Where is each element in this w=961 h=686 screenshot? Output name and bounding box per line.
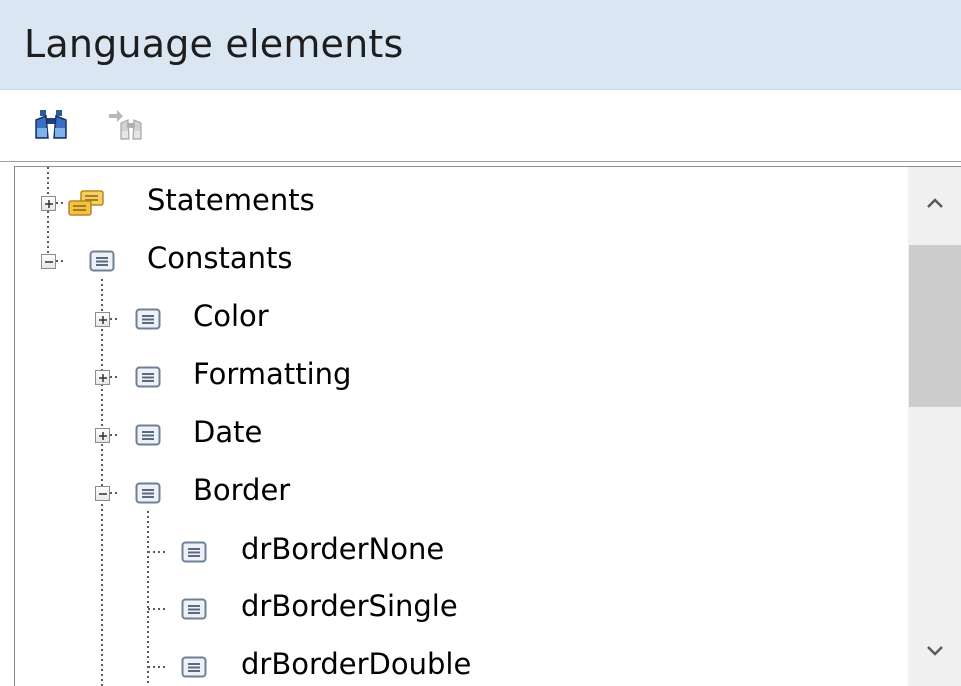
list-icon (181, 598, 207, 620)
list-icon (181, 541, 207, 563)
vertical-scrollbar[interactable] (908, 167, 961, 686)
scroll-up-button[interactable] (908, 167, 961, 239)
tree-node-drbordersingle[interactable]: drBorderSingle (241, 589, 458, 623)
list-icon (135, 482, 161, 504)
chevron-down-icon (927, 646, 943, 656)
plus-icon (45, 200, 53, 208)
scroll-down-button[interactable] (908, 615, 961, 686)
panel-title-bar: Language elements (0, 0, 961, 90)
expand-toggle-statements[interactable] (41, 196, 56, 211)
plus-icon (99, 374, 107, 382)
collapse-toggle-constants[interactable] (41, 254, 56, 269)
expand-toggle-color[interactable] (95, 312, 110, 327)
find-button[interactable] (28, 104, 74, 146)
list-icon (89, 250, 115, 272)
minus-icon (99, 493, 107, 495)
tree-view[interactable]: Statements Constants Color Formatting Da… (14, 166, 961, 686)
expand-toggle-formatting[interactable] (95, 370, 110, 385)
tree-node-drbordernone[interactable]: drBorderNone (241, 532, 444, 566)
tree-node-formatting[interactable]: Formatting (193, 357, 351, 391)
tree-node-date[interactable]: Date (193, 415, 262, 449)
plus-icon (99, 432, 107, 440)
tree-node-color[interactable]: Color (193, 299, 269, 333)
list-icon (135, 308, 161, 330)
plus-icon (99, 316, 107, 324)
tree-node-border[interactable]: Border (193, 473, 290, 507)
list-icon (135, 366, 161, 388)
list-icon (135, 424, 161, 446)
collapse-toggle-border[interactable] (95, 486, 110, 501)
scroll-thumb[interactable] (909, 245, 961, 407)
tree-node-drborderdouble[interactable]: drBorderDouble (241, 647, 471, 681)
tree-node-statements[interactable]: Statements (147, 183, 315, 217)
binoculars-icon (35, 110, 67, 139)
binoculars-arrow-icon (109, 110, 142, 140)
find-next-button[interactable] (102, 104, 148, 146)
list-icon (181, 656, 207, 678)
panel-title: Language elements (24, 22, 404, 66)
expand-toggle-date[interactable] (95, 428, 110, 443)
toolbar (0, 90, 961, 162)
folder-group-icon (68, 190, 104, 216)
chevron-up-icon (927, 198, 943, 208)
minus-icon (45, 261, 53, 263)
tree-node-constants[interactable]: Constants (147, 241, 292, 275)
